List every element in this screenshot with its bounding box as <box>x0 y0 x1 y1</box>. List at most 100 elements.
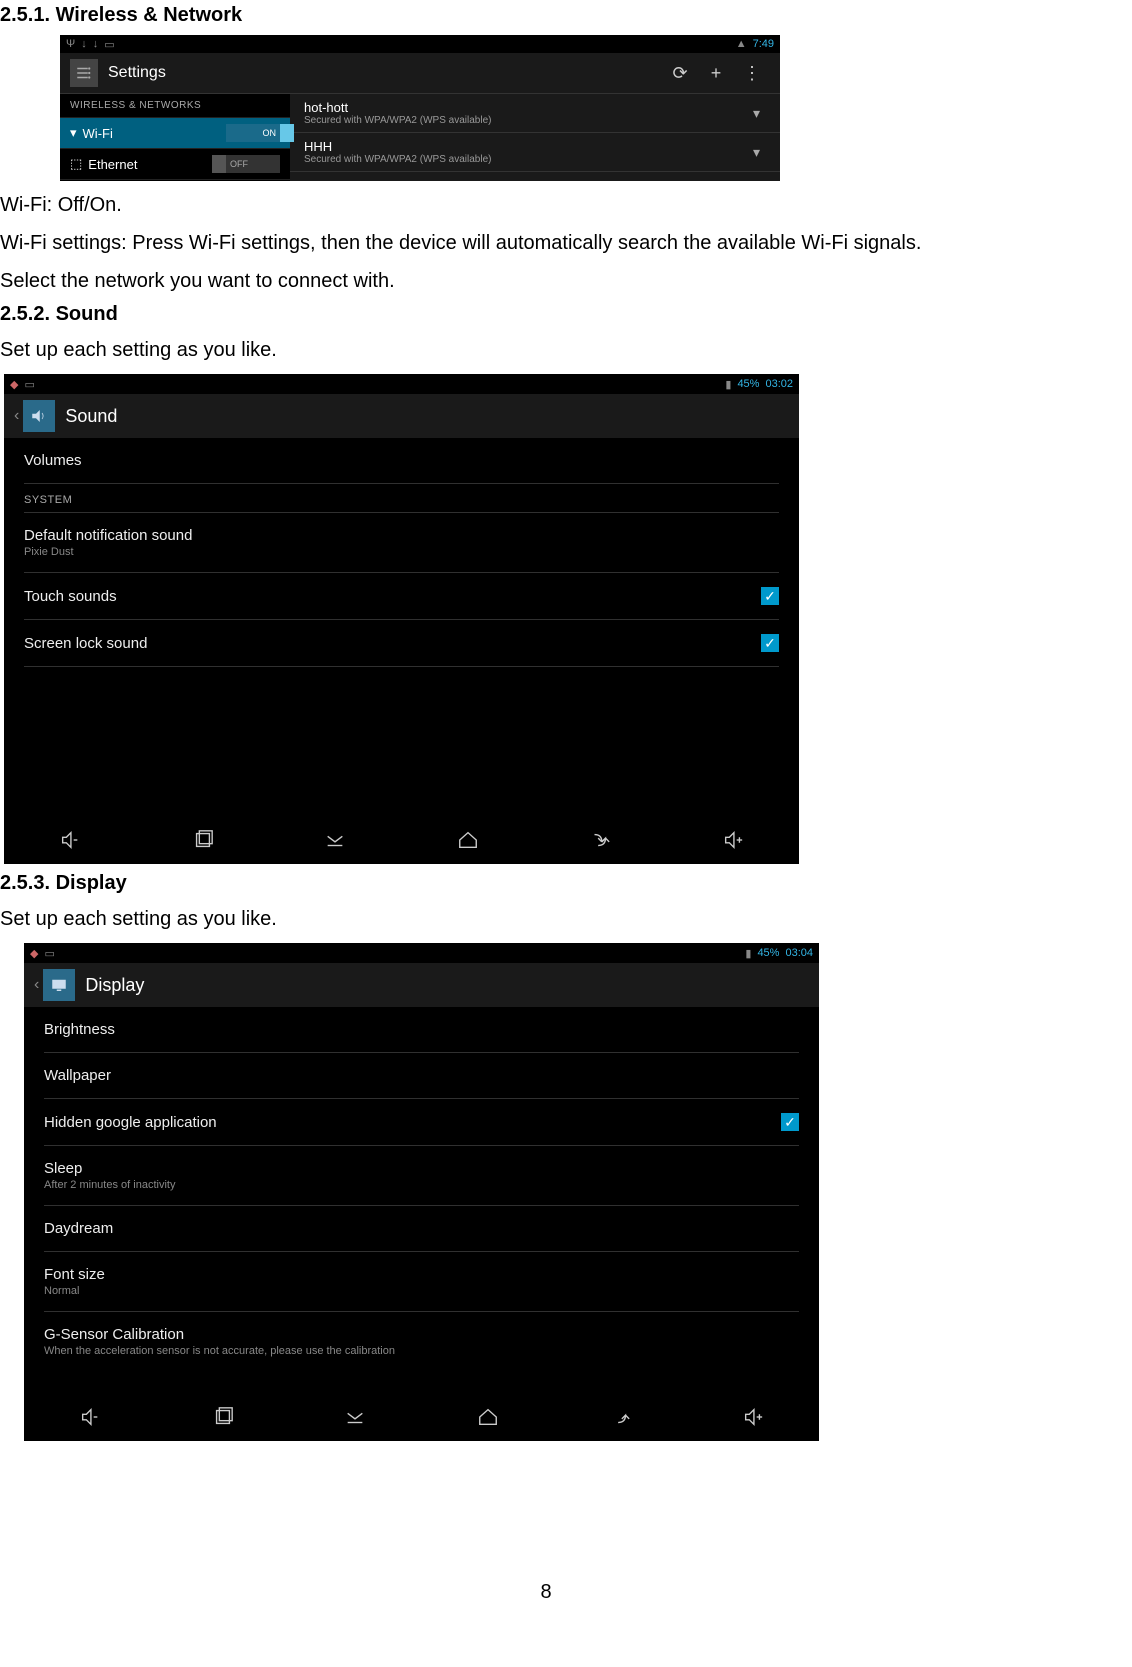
gsensor-item[interactable]: G-Sensor Calibration When the accelerati… <box>44 1312 799 1371</box>
status-right: ▮ 45% 03:02 <box>725 378 793 391</box>
download-icon-2: ↓ <box>93 38 99 51</box>
back-button[interactable]: ‹ <box>34 969 85 1001</box>
ethernet-icon: ⬚ <box>70 156 82 172</box>
screenshot-sound-settings: ◆ ▭ ▮ 45% 03:02 ‹ Sound Volumes SYSTEM <box>4 374 799 864</box>
volume-down-icon[interactable] <box>40 829 100 851</box>
sleep-item[interactable]: Sleep After 2 minutes of inactivity <box>44 1146 799 1206</box>
wifi-left-panel: WIRELESS & NETWORKS ▾ Wi-Fi ON ⬚ Etherne… <box>60 94 290 181</box>
nav-bar <box>24 1393 819 1441</box>
touch-sounds-item[interactable]: Touch sounds ✓ <box>24 573 779 620</box>
hide-nav-icon[interactable] <box>325 1406 385 1428</box>
wifi-toggle[interactable]: ON <box>226 124 280 142</box>
font-size-label: Font size <box>44 1266 105 1283</box>
home-icon[interactable] <box>438 829 498 851</box>
heading-251: 2.5.1. Wireless & Network <box>0 4 1092 27</box>
gsensor-sub: When the acceleration sensor is not accu… <box>44 1345 395 1357</box>
nav-bar <box>4 816 799 864</box>
network-name: HHH <box>304 139 491 154</box>
daydream-label: Daydream <box>44 1220 113 1237</box>
ethernet-item[interactable]: ⬚ Ethernet OFF <box>60 149 290 180</box>
status-bar: ◆ ▭ ▮ 45% 03:04 <box>24 943 819 963</box>
hide-nav-icon[interactable] <box>305 829 365 851</box>
sd-icon: ▭ <box>44 947 54 960</box>
settings-icon[interactable] <box>70 59 98 87</box>
volumes-item[interactable]: Volumes <box>24 438 779 484</box>
network-security: Secured with WPA/WPA2 (WPS available) <box>304 115 491 126</box>
daydream-item[interactable]: Daydream <box>44 1206 799 1252</box>
screenshot-wifi-settings: Ψ ↓ ↓ ▭ ▲ 7:49 Settings ⟳ + ⋮ WIRELESS &… <box>60 35 780 181</box>
volume-up-icon[interactable] <box>723 1406 783 1428</box>
home-icon[interactable] <box>458 1406 518 1428</box>
back-icon[interactable] <box>570 829 630 851</box>
network-security: Secured with WPA/WPA2 (WPS available) <box>304 154 491 165</box>
font-size-item[interactable]: Font size Normal <box>44 1252 799 1312</box>
back-button[interactable]: ‹ <box>14 400 65 432</box>
wifi-network-list: hot-hott Secured with WPA/WPA2 (WPS avai… <box>290 94 780 181</box>
volume-down-icon[interactable] <box>60 1406 120 1428</box>
lock-sound-checkbox[interactable]: ✓ <box>761 634 779 652</box>
battery-icon: ▮ <box>725 378 731 391</box>
hidden-google-checkbox[interactable]: ✓ <box>781 1113 799 1131</box>
app-title: Settings <box>108 64 662 82</box>
wifi-item[interactable]: ▾ Wi-Fi ON <box>60 118 290 149</box>
sleep-label: Sleep <box>44 1160 175 1177</box>
notification-value: Pixie Dust <box>24 546 192 558</box>
volume-up-icon[interactable] <box>703 829 763 851</box>
notification-label: Default notification sound <box>24 527 192 544</box>
network-name: hot-hott <box>304 100 491 115</box>
bt-icon: ◆ <box>30 947 38 960</box>
page-number: 8 <box>0 1581 1092 1604</box>
wifi-lock-icon: ▾ <box>753 144 760 161</box>
chevron-left-icon: ‹ <box>14 407 19 425</box>
status-bar: Ψ ↓ ↓ ▭ ▲ 7:49 <box>60 35 780 53</box>
display-desc: Set up each setting as you like. <box>0 903 1092 935</box>
touch-sounds-checkbox[interactable]: ✓ <box>761 587 779 605</box>
wifi-label: Wi-Fi <box>83 126 113 141</box>
bt-icon: ◆ <box>10 378 18 391</box>
overflow-menu-icon[interactable]: ⋮ <box>734 63 770 84</box>
back-icon[interactable] <box>590 1406 650 1428</box>
lock-sound-label: Screen lock sound <box>24 635 147 652</box>
brightness-item[interactable]: Brightness <box>44 1007 799 1053</box>
wifi-select-text: Select the network you want to connect w… <box>0 265 1092 297</box>
status-left-icons: ◆ ▭ <box>30 947 55 960</box>
chevron-left-icon: ‹ <box>34 976 39 994</box>
wifi-icon: ▲ <box>736 38 747 50</box>
sound-icon <box>23 400 55 432</box>
wallpaper-item[interactable]: Wallpaper <box>44 1053 799 1099</box>
status-right: ▲ 7:49 <box>736 38 774 50</box>
wifi-network-item[interactable]: HHH Secured with WPA/WPA2 (WPS available… <box>290 133 780 172</box>
wireless-networks-header: WIRELESS & NETWORKS <box>60 94 290 118</box>
wifi-lock-icon: ▾ <box>753 105 760 122</box>
download-icon: ↓ <box>81 38 87 51</box>
sound-header: ‹ Sound <box>4 394 799 438</box>
wifi-off-on-text: Wi-Fi: Off/On. <box>0 189 1092 221</box>
font-size-value: Normal <box>44 1285 105 1297</box>
status-right: ▮ 45% 03:04 <box>745 947 813 960</box>
system-category: SYSTEM <box>24 484 779 513</box>
touch-sounds-label: Touch sounds <box>24 588 117 605</box>
add-icon[interactable]: + <box>698 63 734 84</box>
display-header: ‹ Display <box>24 963 819 1007</box>
app-bar: Settings ⟳ + ⋮ <box>60 53 780 94</box>
card-icon: ▭ <box>104 38 114 51</box>
recent-apps-icon[interactable] <box>173 829 233 851</box>
wifi-signal-icon: ▾ <box>70 125 77 141</box>
notification-sound-item[interactable]: Default notification sound Pixie Dust <box>24 513 779 573</box>
ethernet-label: Ethernet <box>88 157 137 172</box>
wifi-network-item[interactable]: TP-LINK_DE1A90 <box>290 172 780 181</box>
recent-apps-icon[interactable] <box>193 1406 253 1428</box>
sound-desc: Set up each setting as you like. <box>0 334 1092 366</box>
scan-icon[interactable]: ⟳ <box>662 63 698 84</box>
screen-lock-sound-item[interactable]: Screen lock sound ✓ <box>24 620 779 667</box>
display-title: Display <box>85 975 144 996</box>
network-name: TP-LINK_DE1A90 <box>304 178 410 181</box>
wifi-network-item[interactable]: hot-hott Secured with WPA/WPA2 (WPS avai… <box>290 94 780 133</box>
volumes-label: Volumes <box>24 452 82 469</box>
hidden-google-item[interactable]: Hidden google application ✓ <box>44 1099 799 1146</box>
sleep-sub: After 2 minutes of inactivity <box>44 1179 175 1191</box>
sound-title: Sound <box>65 406 117 427</box>
ethernet-toggle[interactable]: OFF <box>226 155 280 173</box>
wallpaper-label: Wallpaper <box>44 1067 111 1084</box>
display-icon <box>43 969 75 1001</box>
